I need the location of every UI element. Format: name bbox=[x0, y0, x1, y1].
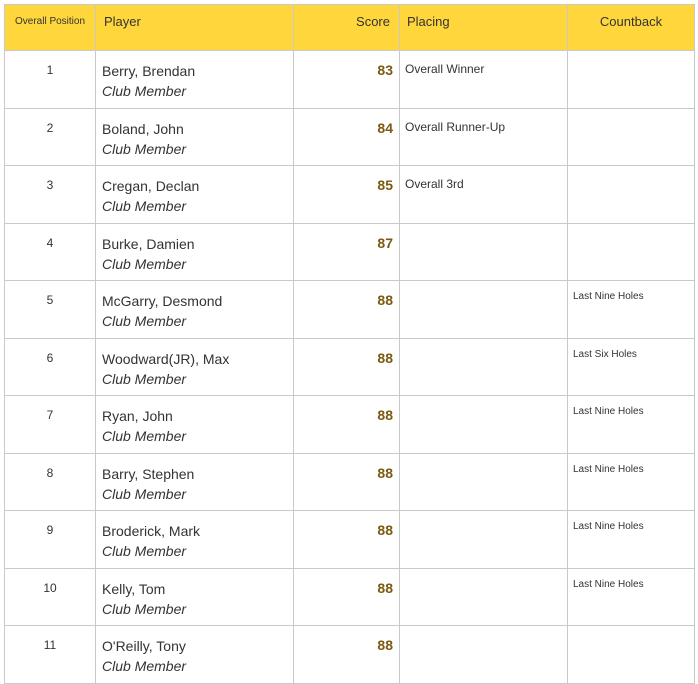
header-countback[interactable]: Countback bbox=[567, 4, 695, 51]
placing bbox=[399, 567, 568, 626]
placing bbox=[399, 222, 568, 281]
placing bbox=[399, 337, 568, 396]
header-overall-position[interactable]: Overall Position bbox=[4, 4, 96, 51]
player-club: Club Member bbox=[102, 658, 187, 674]
placing: Overall Runner-Up bbox=[399, 107, 568, 166]
table-row: 8 Barry, Stephen Club Member 88 Last Nine Ho… bbox=[4, 452, 695, 511]
placing: Overall Winner bbox=[399, 50, 568, 109]
player-cell: Boland, John Club Member bbox=[95, 107, 294, 166]
player-cell: Kelly, Tom Club Member bbox=[95, 567, 294, 626]
overall-position: 6 bbox=[4, 337, 96, 396]
table-row: 10 Kelly, Tom Club Member 88 Last Nine Holes bbox=[4, 567, 695, 626]
player-cell: Berry, Brendan Club Member bbox=[95, 50, 294, 109]
placing bbox=[399, 510, 568, 569]
player-name[interactable]: Ryan, John bbox=[102, 406, 293, 426]
player-name[interactable]: Burke, Damien bbox=[102, 234, 293, 254]
player-name[interactable]: O'Reilly, Tony bbox=[102, 636, 293, 656]
table-row: 5 McGarry, Desmond Club Member 88 Last Nine … bbox=[4, 280, 695, 339]
overall-position: 2 bbox=[4, 107, 96, 166]
countback: Last Nine Holes bbox=[567, 395, 695, 454]
table-row: 11 O'Reilly, Tony Club Member 88 bbox=[4, 625, 695, 684]
score: 88 bbox=[293, 280, 400, 339]
countback bbox=[567, 625, 695, 684]
table-body: 1 Berry, Brendan Club Member 83 Overall Winn… bbox=[4, 50, 695, 684]
placing bbox=[399, 452, 568, 511]
score: 84 bbox=[293, 107, 400, 166]
table-header: Overall Position Player Score Placing Co… bbox=[4, 4, 695, 51]
score: 88 bbox=[293, 452, 400, 511]
countback bbox=[567, 50, 695, 109]
table-row: 1 Berry, Brendan Club Member 83 Overall Winn… bbox=[4, 50, 695, 109]
score: 88 bbox=[293, 337, 400, 396]
score: 88 bbox=[293, 510, 400, 569]
countback bbox=[567, 107, 695, 166]
overall-position: 7 bbox=[4, 395, 96, 454]
overall-position: 5 bbox=[4, 280, 96, 339]
countback bbox=[567, 165, 695, 224]
player-club: Club Member bbox=[102, 83, 187, 99]
table-row: 6 Woodward(JR), Max Club Member 88 Last Six … bbox=[4, 337, 695, 396]
placing bbox=[399, 625, 568, 684]
player-name[interactable]: Broderick, Mark bbox=[102, 521, 293, 541]
player-cell: Broderick, Mark Club Member bbox=[95, 510, 294, 569]
player-club: Club Member bbox=[102, 600, 187, 617]
score: 88 bbox=[293, 395, 400, 454]
score: 88 bbox=[293, 567, 400, 626]
player-name[interactable]: Kelly, Tom bbox=[102, 579, 293, 599]
countback: Last Nine Holes bbox=[567, 280, 695, 339]
player-club: Club Member bbox=[102, 428, 187, 444]
player-cell: Ryan, John Club Member bbox=[95, 395, 294, 454]
overall-position: 9 bbox=[4, 510, 96, 569]
player-cell: Barry, Stephen Club Member bbox=[95, 452, 294, 511]
player-name[interactable]: Berry, Brendan bbox=[102, 61, 293, 81]
player-name[interactable]: McGarry, Desmond bbox=[102, 291, 293, 311]
score: 88 bbox=[293, 625, 400, 684]
overall-position: 10 bbox=[4, 567, 96, 626]
placing bbox=[399, 280, 568, 339]
table-row: 4 Burke, Damien Club Member 87 bbox=[4, 222, 695, 281]
header-row: Overall Position Player Score Placing Co… bbox=[4, 4, 695, 51]
header-placing[interactable]: Placing bbox=[399, 4, 568, 51]
table-row: 9 Broderick, Mark Club Member 88 Last Nine H… bbox=[4, 510, 695, 569]
player-name[interactable]: Boland, John bbox=[102, 119, 293, 139]
player-name[interactable]: Barry, Stephen bbox=[102, 464, 293, 484]
table-row: 7 Ryan, John Club Member 88 Last Nine Holes bbox=[4, 395, 695, 454]
player-cell: Woodward(JR), Max Club Member bbox=[95, 337, 294, 396]
placing bbox=[399, 395, 568, 454]
table-row: 2 Boland, John Club Member 84 Overall Runner… bbox=[4, 107, 695, 166]
overall-position: 11 bbox=[4, 625, 96, 684]
overall-position: 3 bbox=[4, 165, 96, 224]
countback: Last Nine Holes bbox=[567, 452, 695, 511]
overall-position: 8 bbox=[4, 452, 96, 511]
player-cell: Cregan, Declan Club Member bbox=[95, 165, 294, 224]
countback: Last Six Holes bbox=[567, 337, 695, 396]
results-table-container: Overall Position Player Score Placing Co… bbox=[4, 4, 695, 684]
score: 85 bbox=[293, 165, 400, 224]
results-table: Overall Position Player Score Placing Co… bbox=[4, 4, 695, 684]
countback: Last Nine Holes bbox=[567, 510, 695, 569]
player-club: Club Member bbox=[102, 140, 187, 157]
score: 83 bbox=[293, 50, 400, 109]
overall-position: 1 bbox=[4, 50, 96, 109]
header-score[interactable]: Score bbox=[293, 4, 400, 51]
overall-position: 4 bbox=[4, 222, 96, 281]
placing: Overall 3rd bbox=[399, 165, 568, 224]
player-club: Club Member bbox=[102, 543, 187, 559]
player-club: Club Member bbox=[102, 370, 187, 387]
player-cell: McGarry, Desmond Club Member bbox=[95, 280, 294, 339]
player-club: Club Member bbox=[102, 255, 187, 272]
countback: Last Nine Holes bbox=[567, 567, 695, 626]
player-name[interactable]: Cregan, Declan bbox=[102, 176, 293, 196]
countback bbox=[567, 222, 695, 281]
player-club: Club Member bbox=[102, 485, 187, 502]
player-name[interactable]: Woodward(JR), Max bbox=[102, 349, 293, 369]
score: 87 bbox=[293, 222, 400, 281]
player-cell: O'Reilly, Tony Club Member bbox=[95, 625, 294, 684]
header-player[interactable]: Player bbox=[95, 4, 294, 51]
player-club: Club Member bbox=[102, 198, 187, 214]
player-cell: Burke, Damien Club Member bbox=[95, 222, 294, 281]
player-club: Club Member bbox=[102, 313, 187, 329]
table-row: 3 Cregan, Declan Club Member 85 Overall 3rd bbox=[4, 165, 695, 224]
